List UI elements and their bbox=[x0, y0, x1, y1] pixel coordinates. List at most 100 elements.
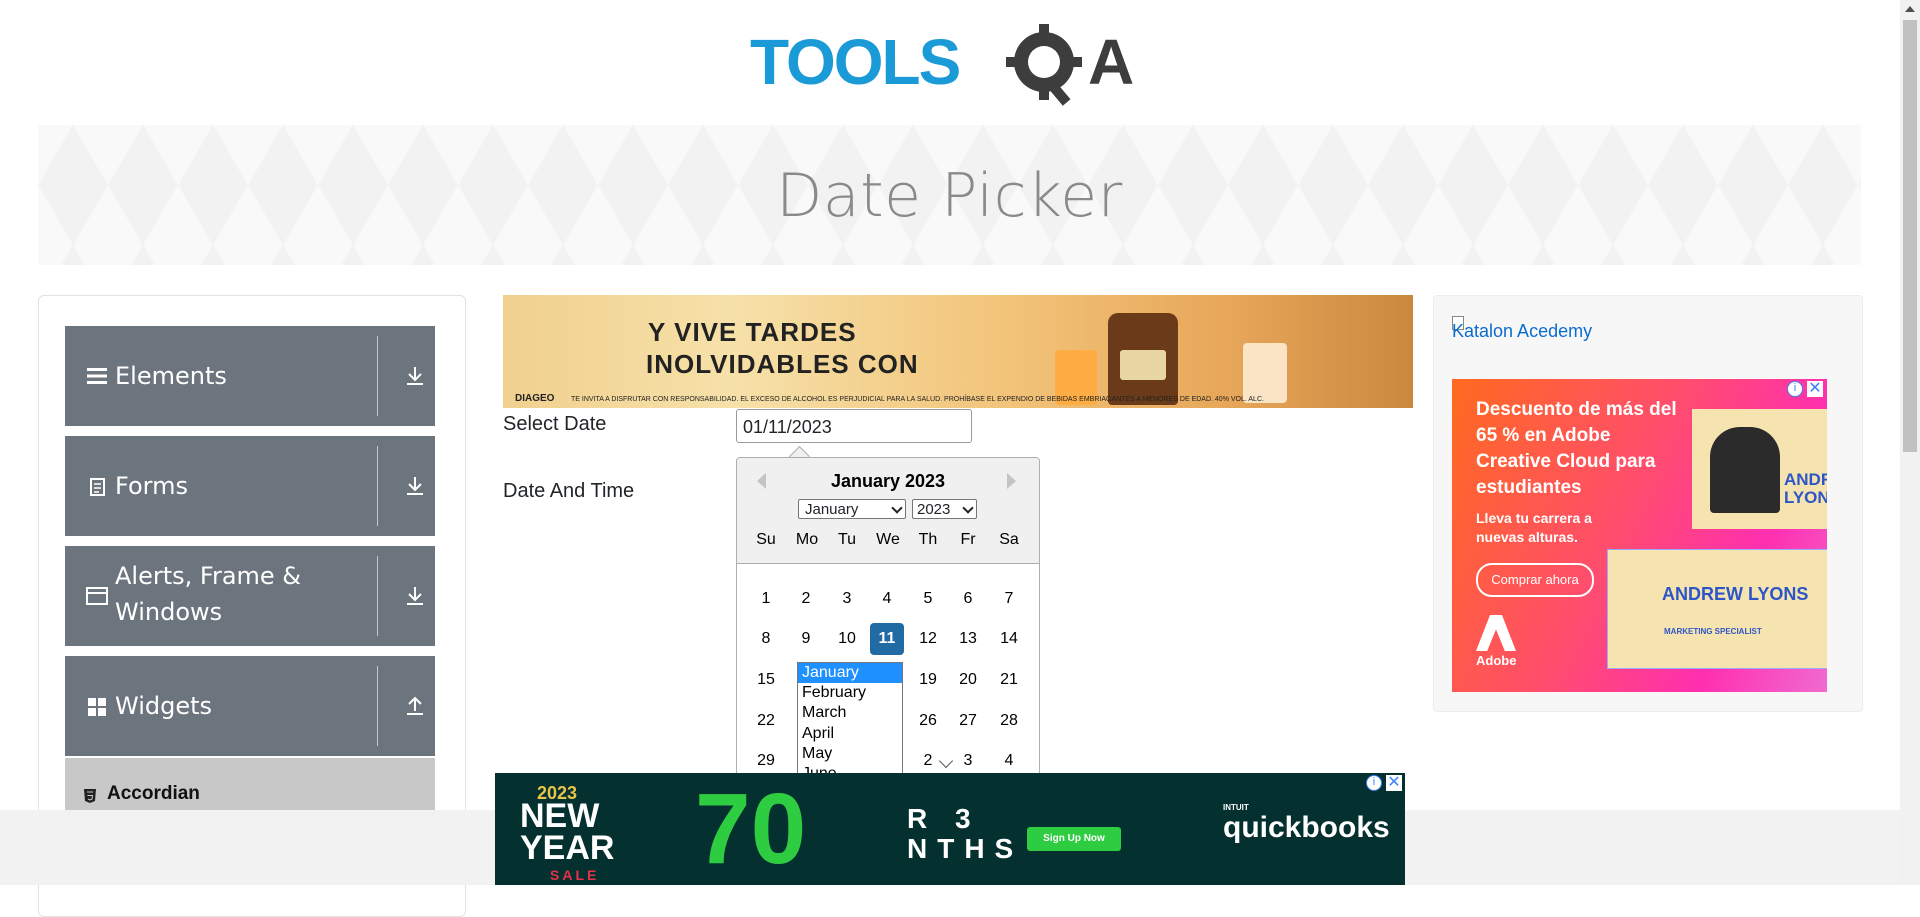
ad-headline: INOLVIDABLES CON bbox=[646, 349, 919, 379]
calendar-day[interactable]: 5 bbox=[911, 583, 945, 615]
page-title-banner: Date Picker bbox=[38, 125, 1861, 265]
calendar-day[interactable]: 13 bbox=[951, 623, 985, 655]
ad-new: NEW bbox=[520, 797, 600, 835]
page-title: Date Picker bbox=[776, 161, 1123, 231]
ad-card-name: ANDREW LYONS bbox=[1662, 584, 1809, 604]
calendar-day[interactable]: 2 bbox=[789, 583, 823, 615]
ad-fine-print: TE INVITA A DISFRUTAR CON RESPONSABILIDA… bbox=[571, 396, 1264, 403]
calendar-day[interactable]: 19 bbox=[911, 664, 945, 696]
ad-months-line2: NTHS bbox=[907, 833, 1024, 864]
ad-logo-text: Adobe bbox=[1476, 653, 1517, 668]
weekday-header: Tu bbox=[837, 531, 857, 548]
download-arrow-icon[interactable] bbox=[403, 364, 427, 388]
calendar-day[interactable]: 4 bbox=[870, 583, 904, 615]
ad-brand: DIAGEO bbox=[515, 393, 555, 404]
document-icon bbox=[90, 478, 105, 496]
nav-group-alerts-frame-windows[interactable]: Alerts, Frame & Windows bbox=[65, 546, 435, 646]
select-date-input[interactable]: 01/11/2023 bbox=[736, 409, 972, 443]
weekday-header: Th bbox=[918, 531, 938, 548]
download-arrow-icon[interactable] bbox=[403, 584, 427, 608]
weekday-header: We bbox=[876, 531, 900, 548]
calendar-day[interactable]: 3 bbox=[830, 583, 864, 615]
upload-arrow-icon[interactable] bbox=[403, 694, 427, 718]
ad-info-icon[interactable]: i bbox=[1366, 775, 1382, 791]
ad-card-role: MARKETING SPECIALIST bbox=[1664, 627, 1762, 636]
adobe-advertisement[interactable]: ANDR LYON ANDREW LYONS MARKETING SPECIAL… bbox=[1452, 379, 1827, 692]
year-select-value: 2023 bbox=[917, 501, 951, 518]
scroll-up-arrow-icon[interactable] bbox=[1905, 6, 1915, 12]
quickbooks-advertisement[interactable]: 2023 NEW YEAR SALE 70 R 3 NTHS Sign Up N… bbox=[495, 773, 1405, 885]
svg-text:A: A bbox=[1088, 26, 1134, 98]
ad-card-business bbox=[1607, 549, 1827, 669]
download-arrow-icon[interactable] bbox=[403, 474, 427, 498]
calendar-day[interactable]: 21 bbox=[992, 664, 1026, 696]
toolsqa-logo[interactable]: TOOLS A bbox=[748, 18, 1153, 114]
ad-close-icon[interactable]: ✕ bbox=[1386, 775, 1402, 791]
scrollbar-thumb[interactable] bbox=[1903, 20, 1917, 452]
ad-cta-button[interactable]: Comprar ahora bbox=[1476, 563, 1594, 597]
month-option[interactable]: March bbox=[798, 703, 902, 723]
ad-image-person bbox=[1710, 427, 1780, 513]
calendar-day[interactable]: 27 bbox=[951, 705, 985, 737]
ad-card-name-partial: ANDR LYON bbox=[1784, 470, 1827, 507]
chevron-down-icon bbox=[962, 502, 974, 514]
select-date-label: Select Date bbox=[503, 413, 607, 435]
calendar-day[interactable]: 10 bbox=[830, 623, 864, 655]
divider bbox=[377, 446, 378, 526]
nav-group-elements[interactable]: Elements bbox=[65, 326, 435, 426]
nav-group-forms[interactable]: Forms bbox=[65, 436, 435, 536]
calendar-month-title: January 2023 bbox=[830, 471, 946, 491]
svg-text:TOOLS: TOOLS bbox=[750, 26, 960, 98]
calendar-day[interactable]: 15 bbox=[749, 664, 783, 696]
calendar-day[interactable]: 12 bbox=[911, 623, 945, 655]
ad-sale: SALE bbox=[550, 867, 600, 883]
ad-image-glass bbox=[1243, 343, 1287, 403]
calendar-day[interactable]: 7 bbox=[992, 583, 1026, 615]
ad-headline: Y VIVE TARDES bbox=[648, 317, 857, 347]
ad-signup-button[interactable]: Sign Up Now bbox=[1027, 827, 1121, 851]
nav-group-label: Widgets bbox=[115, 692, 213, 720]
month-option[interactable]: May bbox=[798, 744, 902, 764]
ad-headline: Descuento de más del 65 % en Adobe Creat… bbox=[1476, 399, 1677, 498]
adobe-logo-icon bbox=[1476, 615, 1516, 651]
top-advertisement[interactable]: Y VIVE TARDES INOLVIDABLES CON DIAGEO TE… bbox=[503, 295, 1413, 408]
divider bbox=[377, 666, 378, 746]
calendar-day[interactable]: 14 bbox=[992, 623, 1026, 655]
calendar-day[interactable]: 20 bbox=[951, 664, 985, 696]
ad-discount: 70 bbox=[695, 773, 807, 885]
ad-brand: quickbooks bbox=[1223, 811, 1390, 844]
calendar-day[interactable]: 8 bbox=[749, 623, 783, 655]
month-select[interactable]: January bbox=[798, 499, 906, 519]
sidebar-item-accordian[interactable]: Accordian bbox=[65, 758, 435, 818]
weekday-header: Fr bbox=[960, 531, 976, 548]
calendar-day[interactable]: 1 bbox=[749, 583, 783, 615]
calendar-day[interactable]: 11 bbox=[870, 623, 904, 655]
menu-lines-icon bbox=[87, 368, 107, 384]
toolsqa-logo-graphic: TOOLS A bbox=[750, 24, 1134, 106]
weekday-header: Su bbox=[756, 531, 776, 548]
nav-group-label: Elements bbox=[115, 362, 227, 390]
nav-group-widgets[interactable]: Widgets bbox=[65, 656, 435, 756]
calendar-day[interactable]: 26 bbox=[911, 705, 945, 737]
calendar-day[interactable]: 9 bbox=[789, 623, 823, 655]
browser-window-icon bbox=[86, 587, 108, 605]
month-select-value: January bbox=[805, 501, 859, 518]
katalon-academy-link[interactable]: Katalon Acedemy bbox=[1452, 321, 1592, 342]
widgets-grid-icon bbox=[88, 698, 106, 716]
calendar-day[interactable]: 6 bbox=[951, 583, 985, 615]
date-and-time-label: Date And Time bbox=[503, 480, 635, 502]
chevron-down-icon bbox=[891, 502, 903, 514]
divider bbox=[377, 556, 378, 636]
weekday-header: Sa bbox=[999, 531, 1019, 548]
calendar-day[interactable]: 28 bbox=[992, 705, 1026, 737]
year-select[interactable]: 2023 bbox=[912, 499, 977, 519]
nav-group-label: Alerts, Frame & Windows bbox=[115, 562, 302, 626]
ad-info-icon[interactable]: i bbox=[1787, 381, 1803, 397]
calendar-day[interactable]: 22 bbox=[749, 705, 783, 737]
ad-close-icon[interactable]: ✕ bbox=[1807, 381, 1823, 397]
month-option[interactable]: January bbox=[798, 663, 902, 684]
month-option[interactable]: February bbox=[798, 683, 902, 703]
divider bbox=[377, 336, 378, 416]
month-option[interactable]: April bbox=[798, 724, 902, 744]
html5-shield-icon bbox=[84, 789, 96, 803]
